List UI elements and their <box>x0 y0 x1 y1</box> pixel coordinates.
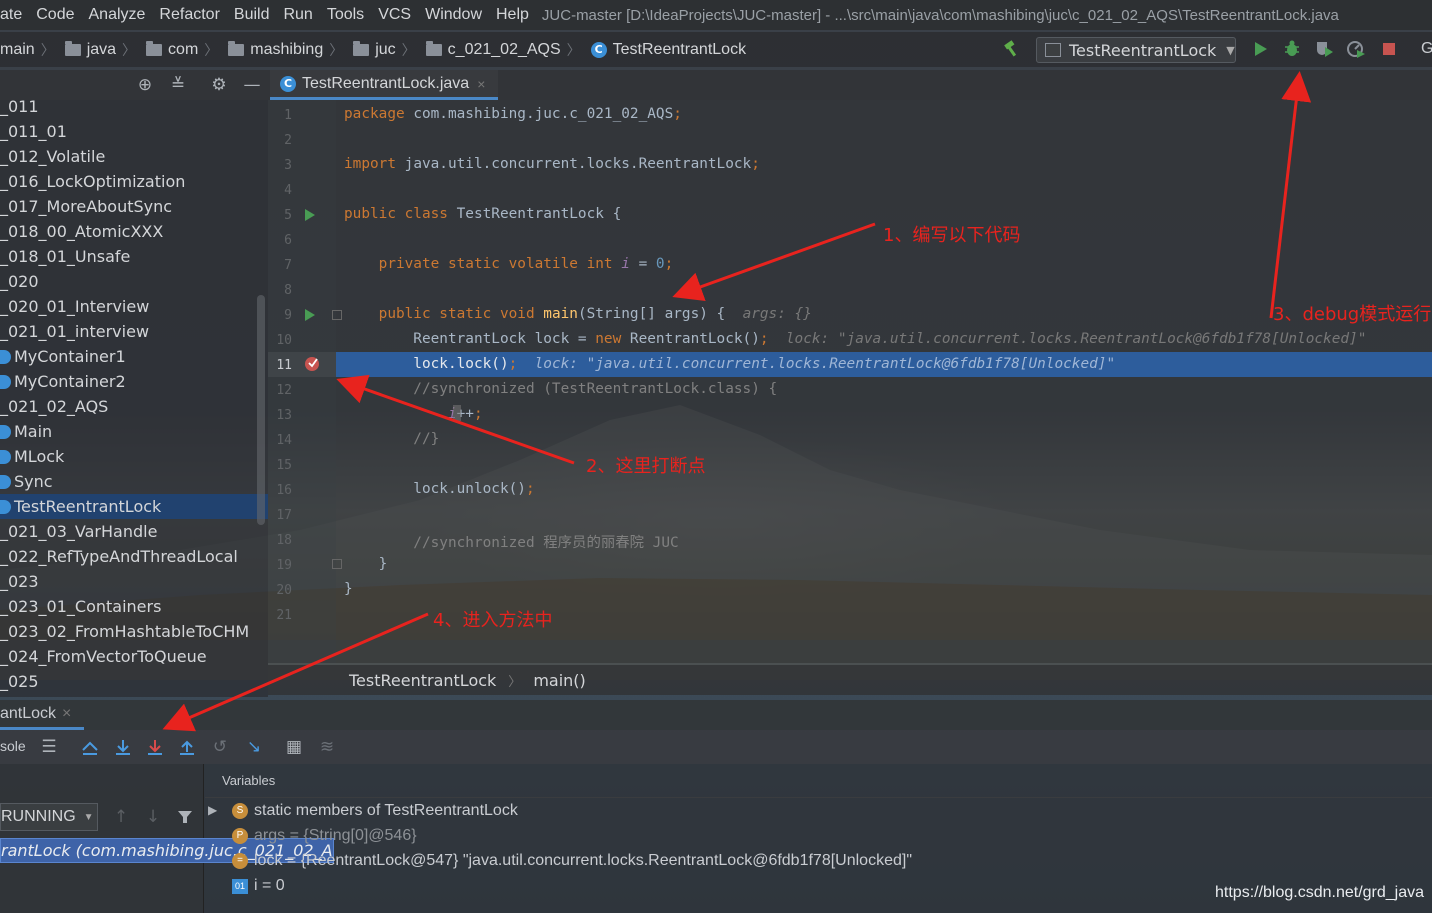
annotation-step-1: 1、编写以下代码 <box>883 225 1021 246</box>
annotation-step-3: 3、debug模式运行 <box>1273 304 1432 325</box>
annotation-arrow-2 <box>336 374 575 465</box>
annotation-step-2: 2、这里打断点 <box>586 456 706 477</box>
annotation-step-4: 4、进入方法中 <box>433 610 553 631</box>
annotation-arrow-3 <box>1269 71 1312 319</box>
annotation-arrows <box>162 71 1312 732</box>
annotation-arrow-1 <box>672 222 876 301</box>
annotation-arrow-4 <box>162 612 429 732</box>
